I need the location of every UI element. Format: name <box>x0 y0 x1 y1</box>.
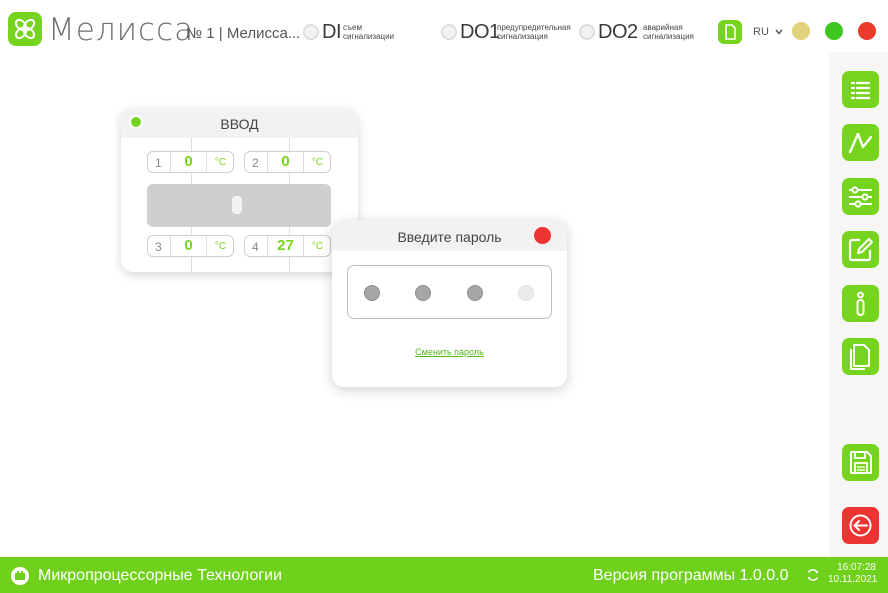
password-dialog: Введите пароль Сменить пароль <box>332 220 567 387</box>
change-password-link[interactable]: Сменить пароль <box>332 346 567 358</box>
company-logo-icon <box>11 567 29 585</box>
documents-button[interactable] <box>842 338 879 375</box>
signal-do2-name: DO2 <box>598 21 638 43</box>
info-icon <box>856 291 865 316</box>
channel-value: 0 <box>281 153 290 170</box>
app-title: Мелисса <box>48 12 195 48</box>
signal-di-desc: съем сигнализации <box>343 23 395 41</box>
channel-3[interactable]: 3 0 °C <box>147 235 234 257</box>
pin-input[interactable] <box>347 265 552 319</box>
channel-unit: °C <box>311 241 324 252</box>
company-name: Микропроцессорные Технологии <box>38 567 282 584</box>
signal-di-name: DI <box>322 21 342 43</box>
pin-dot-filled <box>415 285 431 301</box>
graph-icon <box>848 132 873 154</box>
header: Мелисса № 1 | Мелисса... DI съем сигнали… <box>0 0 888 60</box>
minimize-button[interactable] <box>792 22 810 40</box>
sliders-icon <box>849 186 872 208</box>
input-widget[interactable]: ВВОД 1 0 °C 2 0 °C 3 0 °C 4 27 °C <box>121 108 358 272</box>
save-icon <box>850 451 872 474</box>
signal-do2-indicator <box>579 24 595 40</box>
edit-icon <box>848 238 873 262</box>
signal-do1-indicator <box>441 24 457 40</box>
exit-button[interactable] <box>842 507 879 544</box>
widget-body-bar <box>147 184 331 227</box>
language-label: RU <box>753 26 769 38</box>
widget-status-indicator <box>131 117 141 127</box>
channel-2[interactable]: 2 0 °C <box>244 151 331 173</box>
app-window: Мелисса № 1 | Мелисса... DI съем сигнали… <box>0 0 888 593</box>
save-button[interactable] <box>842 444 879 481</box>
logo-icon <box>8 12 42 46</box>
exit-icon <box>849 514 872 537</box>
channel-unit: °C <box>214 241 227 252</box>
file-button[interactable] <box>718 20 742 44</box>
channel-number: 1 <box>155 156 162 170</box>
channel-1[interactable]: 1 0 °C <box>147 151 234 173</box>
device-selector[interactable]: № 1 | Мелисса... <box>186 24 300 44</box>
edit-button[interactable] <box>842 231 879 268</box>
signal-do1-desc: предупредительная сигнализация <box>497 23 571 41</box>
chevron-down-icon <box>775 29 783 35</box>
program-version: Версия программы 1.0.0.0 <box>593 567 789 584</box>
list-button[interactable] <box>842 71 879 108</box>
channel-number: 3 <box>155 240 162 254</box>
channel-unit: °C <box>311 157 324 168</box>
channel-value: 27 <box>277 237 294 254</box>
connector-icon <box>232 196 242 214</box>
channel-unit: °C <box>214 157 227 168</box>
signal-do2-desc: аварийная сигнализация <box>643 23 694 41</box>
datetime: 16:07:28 10.11.2021 <box>828 562 878 586</box>
widget-title: ВВОД <box>220 116 259 132</box>
info-button[interactable] <box>842 285 879 322</box>
pin-dot-filled <box>364 285 380 301</box>
settings-button[interactable] <box>842 178 879 215</box>
file-icon <box>725 24 736 40</box>
signal-di-indicator <box>303 24 319 40</box>
signal-di: DI съем сигнализации <box>303 19 403 45</box>
dialog-close-button[interactable] <box>534 227 551 244</box>
signal-do1: DO1 предупредительная сигнализация <box>441 19 581 45</box>
graph-button[interactable] <box>842 124 879 161</box>
time: 16:07:28 <box>837 562 876 573</box>
dialog-title: Введите пароль <box>397 229 502 245</box>
documents-icon <box>850 344 870 370</box>
channel-number: 4 <box>252 240 259 254</box>
pin-dot-empty <box>518 285 534 301</box>
list-icon <box>850 81 871 100</box>
footer: Микропроцессорные Технологии Версия прог… <box>0 557 888 593</box>
signal-do2: DO2 аварийная сигнализация <box>579 19 709 45</box>
sync-icon[interactable] <box>806 568 820 587</box>
channel-value: 0 <box>184 237 193 254</box>
date: 10.11.2021 <box>828 574 878 585</box>
pin-dot-filled <box>467 285 483 301</box>
maximize-button[interactable] <box>825 22 843 40</box>
dialog-header: Введите пароль <box>332 220 567 251</box>
close-button[interactable] <box>858 22 876 40</box>
channel-value: 0 <box>184 153 193 170</box>
channel-number: 2 <box>252 156 259 170</box>
language-selector[interactable]: RU <box>753 25 783 39</box>
right-toolbar <box>829 52 888 557</box>
signal-do1-name: DO1 <box>460 21 500 43</box>
widget-header: ВВОД <box>121 108 358 138</box>
channel-4[interactable]: 4 27 °C <box>244 235 331 257</box>
